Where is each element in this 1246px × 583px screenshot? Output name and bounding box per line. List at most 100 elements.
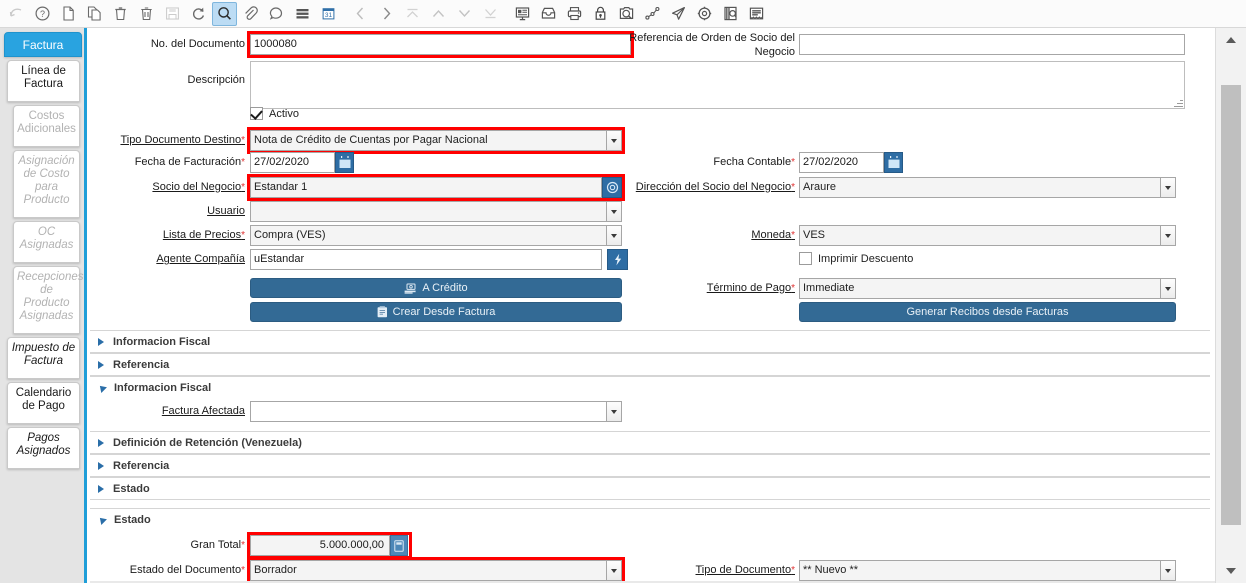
page-up-icon[interactable]: [426, 2, 451, 26]
user-combo[interactable]: [250, 201, 622, 222]
help-icon[interactable]: ?: [30, 2, 55, 26]
create-from-invoice-button[interactable]: Crear Desde Factura: [250, 302, 622, 322]
report-icon[interactable]: [718, 2, 743, 26]
required-marker: *: [241, 135, 245, 146]
required-marker: *: [241, 182, 245, 193]
section-referencia-1[interactable]: Referencia: [90, 353, 1210, 376]
zoom-across-icon[interactable]: [510, 2, 535, 26]
grand-total-calculator-button[interactable]: [390, 535, 408, 556]
payment-rule-button[interactable]: A Crédito: [250, 278, 622, 298]
next-record-icon[interactable]: [374, 2, 399, 26]
chevron-down-icon[interactable]: [1160, 177, 1176, 198]
bp-address-combo[interactable]: Araure: [799, 177, 1176, 198]
invoice-date-input[interactable]: 27/02/2020: [250, 152, 335, 173]
chat-note-icon[interactable]: [264, 2, 289, 26]
page-down-icon[interactable]: [452, 2, 477, 26]
sidebar-item-asignacion-de-costo-para-producto[interactable]: Asignación de Costo para Producto: [13, 150, 80, 218]
sidebar-item-calendario-de-pago[interactable]: Calendario de Pago: [7, 382, 80, 424]
first-record-icon[interactable]: [400, 2, 425, 26]
affected-invoice-combo[interactable]: [250, 401, 622, 422]
scrollbar-thumb[interactable]: [1221, 85, 1241, 525]
document-status-combo[interactable]: Borrador: [250, 560, 622, 581]
refresh-icon[interactable]: [186, 2, 211, 26]
section-informacion-fiscal-2[interactable]: Informacion Fiscal: [90, 376, 1210, 399]
section-definicion-de-retencion[interactable]: Definición de Retención (Venezuela): [90, 431, 1210, 454]
send-mail-icon[interactable]: [666, 2, 691, 26]
company-agent-input[interactable]: uEstandar: [250, 249, 602, 270]
payment-term-value[interactable]: Immediate: [799, 278, 1160, 299]
section-estado-2[interactable]: Estado: [90, 508, 1210, 531]
scroll-down-arrow-icon[interactable]: [1221, 561, 1241, 581]
sidebar-item-costos-adicionales[interactable]: Costos Adicionales: [13, 105, 80, 147]
document-no-input[interactable]: 1000080: [250, 34, 631, 55]
delete-icon[interactable]: [108, 2, 133, 26]
sidebar-item-oc-asignadas[interactable]: OC Asignadas: [13, 221, 80, 263]
accounting-date-calendar-icon[interactable]: [884, 152, 903, 173]
active-checkbox-row[interactable]: Activo: [250, 107, 299, 120]
document-status-value[interactable]: Borrador: [250, 560, 606, 581]
preferences-icon[interactable]: [692, 2, 717, 26]
chevron-down-icon[interactable]: [1160, 278, 1176, 299]
lock-icon[interactable]: [588, 2, 613, 26]
section-informacion-fiscal-1[interactable]: Informacion Fiscal: [90, 330, 1210, 353]
vertical-scrollbar[interactable]: [1215, 28, 1246, 583]
target-doc-type-value[interactable]: Nota de Crédito de Cuentas por Pagar Nac…: [250, 130, 606, 151]
workflow-icon[interactable]: [640, 2, 665, 26]
chevron-down-icon[interactable]: [606, 130, 622, 151]
currency-label: Moneda*: [751, 229, 795, 241]
undo-icon[interactable]: [4, 2, 29, 26]
document-action-value[interactable]: ** Nuevo **: [799, 560, 1160, 581]
active-checkbox[interactable]: [250, 107, 263, 120]
last-record-icon[interactable]: [478, 2, 503, 26]
sidebar-item-linea-de-factura[interactable]: Línea de Factura: [7, 60, 80, 102]
accounting-date-input[interactable]: 27/02/2020: [799, 152, 884, 173]
document-lines-icon[interactable]: [744, 2, 769, 26]
archive-icon[interactable]: [536, 2, 561, 26]
grand-total-input[interactable]: 5.000.000,00: [250, 535, 390, 556]
new-record-icon[interactable]: [56, 2, 81, 26]
resize-grip-icon[interactable]: [1174, 98, 1183, 107]
print-preview-icon[interactable]: [614, 2, 639, 26]
print-discount-checkbox[interactable]: [799, 252, 812, 265]
price-list-combo[interactable]: Compra (VES): [250, 225, 622, 246]
save-icon[interactable]: [160, 2, 185, 26]
sidebar-item-recepciones-de-producto-asignadas[interactable]: Recepciones de Producto Asignadas: [13, 266, 83, 334]
target-doc-type-combo[interactable]: Nota de Crédito de Cuentas por Pagar Nac…: [250, 130, 622, 151]
chevron-down-icon[interactable]: [606, 201, 622, 222]
delete-selection-icon[interactable]: [134, 2, 159, 26]
find-icon[interactable]: [212, 1, 237, 26]
sidebar-item-impuesto-de-factura[interactable]: Impuesto de Factura: [7, 337, 80, 379]
affected-invoice-value[interactable]: [250, 401, 606, 422]
calendar-icon[interactable]: 31: [316, 2, 341, 26]
description-textarea[interactable]: [250, 61, 1185, 109]
required-marker: *: [791, 230, 795, 241]
price-list-value[interactable]: Compra (VES): [250, 225, 606, 246]
business-partner-label: Socio del Negocio*: [152, 181, 245, 193]
print-icon[interactable]: [562, 2, 587, 26]
chevron-down-icon[interactable]: [1160, 225, 1176, 246]
document-action-combo[interactable]: ** Nuevo **: [799, 560, 1176, 581]
print-discount-checkbox-row[interactable]: Imprimir Descuento: [799, 252, 913, 265]
copy-record-icon[interactable]: [82, 2, 107, 26]
scroll-up-arrow-icon[interactable]: [1221, 30, 1241, 50]
invoice-date-calendar-icon[interactable]: [335, 152, 354, 173]
payment-term-combo[interactable]: Immediate: [799, 278, 1176, 299]
business-partner-input[interactable]: Estandar 1: [250, 177, 602, 198]
user-value[interactable]: [250, 201, 606, 222]
previous-record-icon[interactable]: [348, 2, 373, 26]
bp-order-reference-input[interactable]: [799, 34, 1185, 55]
chevron-down-icon[interactable]: [606, 401, 622, 422]
section-referencia-2[interactable]: Referencia: [90, 454, 1210, 477]
attachment-icon[interactable]: [238, 2, 263, 26]
currency-combo[interactable]: VES: [799, 225, 1176, 246]
chevron-down-icon[interactable]: [1160, 560, 1176, 581]
company-agent-action-button[interactable]: [607, 249, 628, 270]
currency-value[interactable]: VES: [799, 225, 1160, 246]
grand-total-label: Gran Total*: [190, 539, 245, 551]
bp-address-value[interactable]: Araure: [799, 177, 1160, 198]
sidebar-item-pagos-asignados[interactable]: Pagos Asignados: [7, 427, 80, 469]
generate-receipts-button[interactable]: Generar Recibos desde Facturas: [799, 302, 1176, 322]
grid-toggle-icon[interactable]: [290, 2, 315, 26]
sidebar-item-factura[interactable]: Factura: [4, 32, 82, 57]
section-estado-1[interactable]: Estado: [90, 477, 1210, 500]
